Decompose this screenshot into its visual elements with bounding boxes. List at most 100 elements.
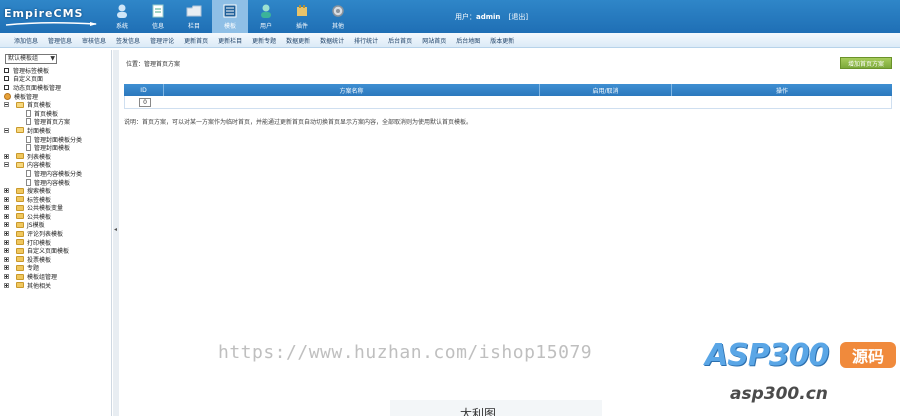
logout-link[interactable]: [退出] [509,13,528,21]
expand-icon[interactable] [4,205,9,211]
expand-icon[interactable] [4,256,9,262]
tree-item[interactable]: 打印模板 [4,238,112,247]
tree-item[interactable]: 自定义页面 [4,75,112,83]
sub-nav-item[interactable]: 版本更新 [490,36,514,45]
tree-item[interactable]: 自定义页面模板 [4,246,112,255]
top-nav-item[interactable]: 模板 [212,0,248,33]
sub-nav-item[interactable]: 排行统计 [354,36,378,45]
expand-icon[interactable] [4,222,9,228]
tree-item[interactable]: 管理首页方案 [4,118,112,126]
tree-item[interactable]: 模板组管理 [4,272,112,281]
tree-item[interactable]: 搜索模板 [4,186,112,195]
tree-item[interactable]: 投票模板 [4,255,112,264]
tree-item[interactable]: 评论列表模板 [4,229,112,238]
sub-nav-item[interactable]: 审核信息 [82,36,106,45]
expand-icon[interactable] [4,248,9,254]
tree-item[interactable]: JS模板 [4,221,112,229]
sub-nav-item[interactable]: 后台首页 [388,36,412,45]
tree-item[interactable]: 管理内容模板 [4,178,112,187]
tree-item[interactable]: 模板管理 [4,92,112,101]
tree-item[interactable]: 专题 [4,264,112,272]
sub-nav-item[interactable]: 签发信息 [116,36,140,45]
row-toggle[interactable] [541,96,673,108]
template-group-select[interactable]: 默认模板组 ▼ [5,54,57,64]
expand-icon[interactable] [4,196,9,202]
tree-item[interactable]: 公共模板 [4,212,112,221]
tree-item[interactable]: 管理标签模板 [4,66,112,75]
tree-item[interactable]: 封面模板 [4,126,112,135]
col-id: ID [124,84,164,96]
sub-nav-item[interactable]: 管理信息 [48,36,72,45]
expand-icon[interactable] [4,282,9,288]
top-nav-label: 模板 [223,23,236,30]
sub-nav-item[interactable]: 更新栏目 [218,36,242,45]
scheme-table: ID 方案名称 启用/取消 操作 0 [124,84,892,109]
bottom-overlay-text: 太利图 [460,407,497,416]
collapse-icon[interactable] [4,127,9,133]
sub-nav-item[interactable]: 更新专题 [252,36,276,45]
sub-nav-item[interactable]: 网站首页 [422,36,446,45]
col-ops: 操作 [775,87,788,95]
logo[interactable]: EmpireCMS [4,4,100,28]
expand-icon[interactable] [4,239,9,245]
tree-item[interactable]: 内容模板 [4,161,112,169]
tree-item[interactable]: 管理内容模板分类 [4,169,112,178]
folder-open-icon [16,161,24,168]
sub-nav-item[interactable]: 更新首页 [184,36,208,45]
top-nav-item[interactable]: 系统 [104,0,140,33]
tree-item[interactable]: 其他相关 [4,281,112,290]
sub-nav-item[interactable]: 数据统计 [320,36,344,45]
folder-open-icon [16,101,24,108]
expand-icon[interactable] [4,274,9,280]
template-group-value: 默认模板组 [8,55,39,62]
top-nav-item[interactable]: 栏目 [176,0,212,33]
template-tree: 管理标签模板 自定义页面 动态页面模板管理 模板管理 首页模板 首页模板 管理首页方案 封面模… [4,66,112,290]
collapse-icon[interactable] [4,162,9,168]
sub-nav-item[interactable]: 后台地图 [456,36,480,45]
top-nav-item[interactable]: 用户 [248,0,284,33]
sub-nav-item[interactable]: 数据更新 [286,36,310,45]
tree-item[interactable]: 列表模板 [4,152,112,161]
chevron-down-icon: ▼ [50,55,55,62]
collapse-arrow-icon[interactable]: ◂ [114,226,117,233]
sub-nav-item[interactable]: 添加信息 [14,36,38,45]
sub-nav-item[interactable]: 管理评论 [150,36,174,45]
tree-item[interactable]: 管理封面模板分类 [4,135,112,144]
expand-icon[interactable] [4,213,9,219]
top-nav-label: 系统 [115,23,128,30]
tree-item[interactable]: 公共模板变量 [4,204,112,212]
collapse-icon[interactable] [4,102,9,108]
template-icon [223,4,237,18]
row-ops[interactable] [673,96,891,108]
tree-item[interactable]: 标签模板 [4,195,112,204]
tree-item-label: 其他相关 [27,282,52,290]
panel-divider[interactable] [113,50,119,416]
folder-icon [186,5,202,17]
col-name: 方案名称 [164,84,540,96]
add-homepage-scheme-button[interactable]: 增加首页方案 [840,57,892,69]
folder-icon [16,230,24,237]
template-manage-icon [4,92,11,100]
top-nav-item[interactable]: 其他 [320,0,356,33]
top-nav-item[interactable]: 插件 [284,0,320,33]
row-id-cell: 0 [125,96,165,108]
watermark-url: https://www.huzhan.com/ishop15079 [218,342,593,363]
document-icon [26,178,31,186]
expand-icon[interactable] [4,188,9,194]
user-info: 用户：admin [退出] [455,12,528,22]
checkbox-icon [4,67,9,73]
tree-item[interactable]: 管理封面模板 [4,143,112,152]
checkbox-icon [4,76,9,82]
tree-item[interactable]: 首页模板 [4,109,112,118]
logo-text: EmpireCMS [4,7,84,20]
tree-item[interactable]: 动态页面模板管理 [4,83,112,92]
top-header: EmpireCMS 系统 信息 栏目 模板 用户 插件 其他 用户：admin [退出] [0,0,900,33]
expand-icon[interactable] [4,265,9,271]
folder-icon [16,204,24,211]
top-nav-label: 用户 [259,23,272,30]
expand-icon[interactable] [4,231,9,237]
top-nav-item[interactable]: 信息 [140,0,176,33]
tree-item[interactable]: 首页模板 [4,100,112,109]
expand-icon[interactable] [4,153,9,159]
folder-icon [16,153,24,160]
